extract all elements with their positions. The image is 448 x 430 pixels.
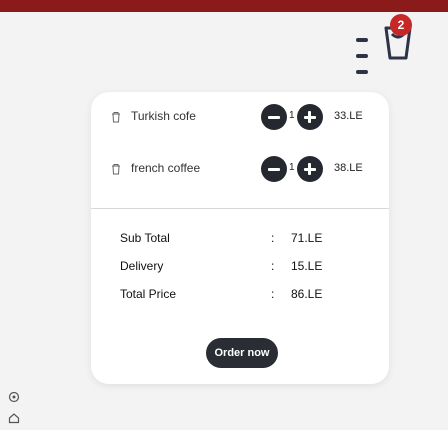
separator: :: [271, 231, 275, 245]
item-name: Turkish cofe: [131, 109, 196, 123]
cart-card: Turkish cofe 1 33.LE french coffee 1 38.…: [91, 92, 389, 384]
settings-icon[interactable]: [8, 391, 20, 403]
delivery-value: 15.LE: [291, 259, 323, 273]
increase-quantity-button[interactable]: [297, 104, 323, 130]
total-row: Total Price : 86.LE: [91, 283, 389, 307]
item-price: 38.LE: [334, 162, 363, 174]
subtotal-row: Sub Total : 71.LE: [91, 227, 389, 251]
decrease-quantity-button[interactable]: [261, 104, 287, 130]
item-price: 33.LE: [334, 110, 363, 122]
total-label: Total Price: [120, 287, 177, 301]
menu-line: [356, 54, 368, 58]
item-quantity: 1: [289, 162, 295, 173]
total-value: 86.LE: [291, 287, 323, 301]
top-bar: [0, 0, 448, 12]
item-name: french coffee: [131, 161, 201, 175]
decrease-quantity-button[interactable]: [261, 156, 287, 182]
menu-icon[interactable]: [356, 38, 368, 74]
cart-item: Turkish cofe 1 33.LE: [91, 102, 389, 134]
menu-line: [356, 38, 368, 42]
subtotal-label: Sub Total: [120, 231, 170, 245]
separator: :: [271, 287, 275, 301]
menu-line: [356, 70, 368, 74]
cart-count-badge: 2: [390, 14, 412, 36]
home-icon[interactable]: [8, 412, 20, 424]
order-now-button[interactable]: Order now: [206, 338, 278, 368]
increase-quantity-button[interactable]: [297, 156, 323, 182]
subtotal-value: 71.LE: [291, 231, 323, 245]
trash-icon[interactable]: [110, 111, 122, 123]
delivery-label: Delivery: [120, 259, 164, 273]
cart-item: french coffee 1 38.LE: [91, 154, 389, 186]
delivery-row: Delivery : 15.LE: [91, 255, 389, 279]
item-quantity: 1: [289, 110, 295, 121]
separator: :: [271, 259, 275, 273]
trash-icon[interactable]: [110, 163, 122, 175]
